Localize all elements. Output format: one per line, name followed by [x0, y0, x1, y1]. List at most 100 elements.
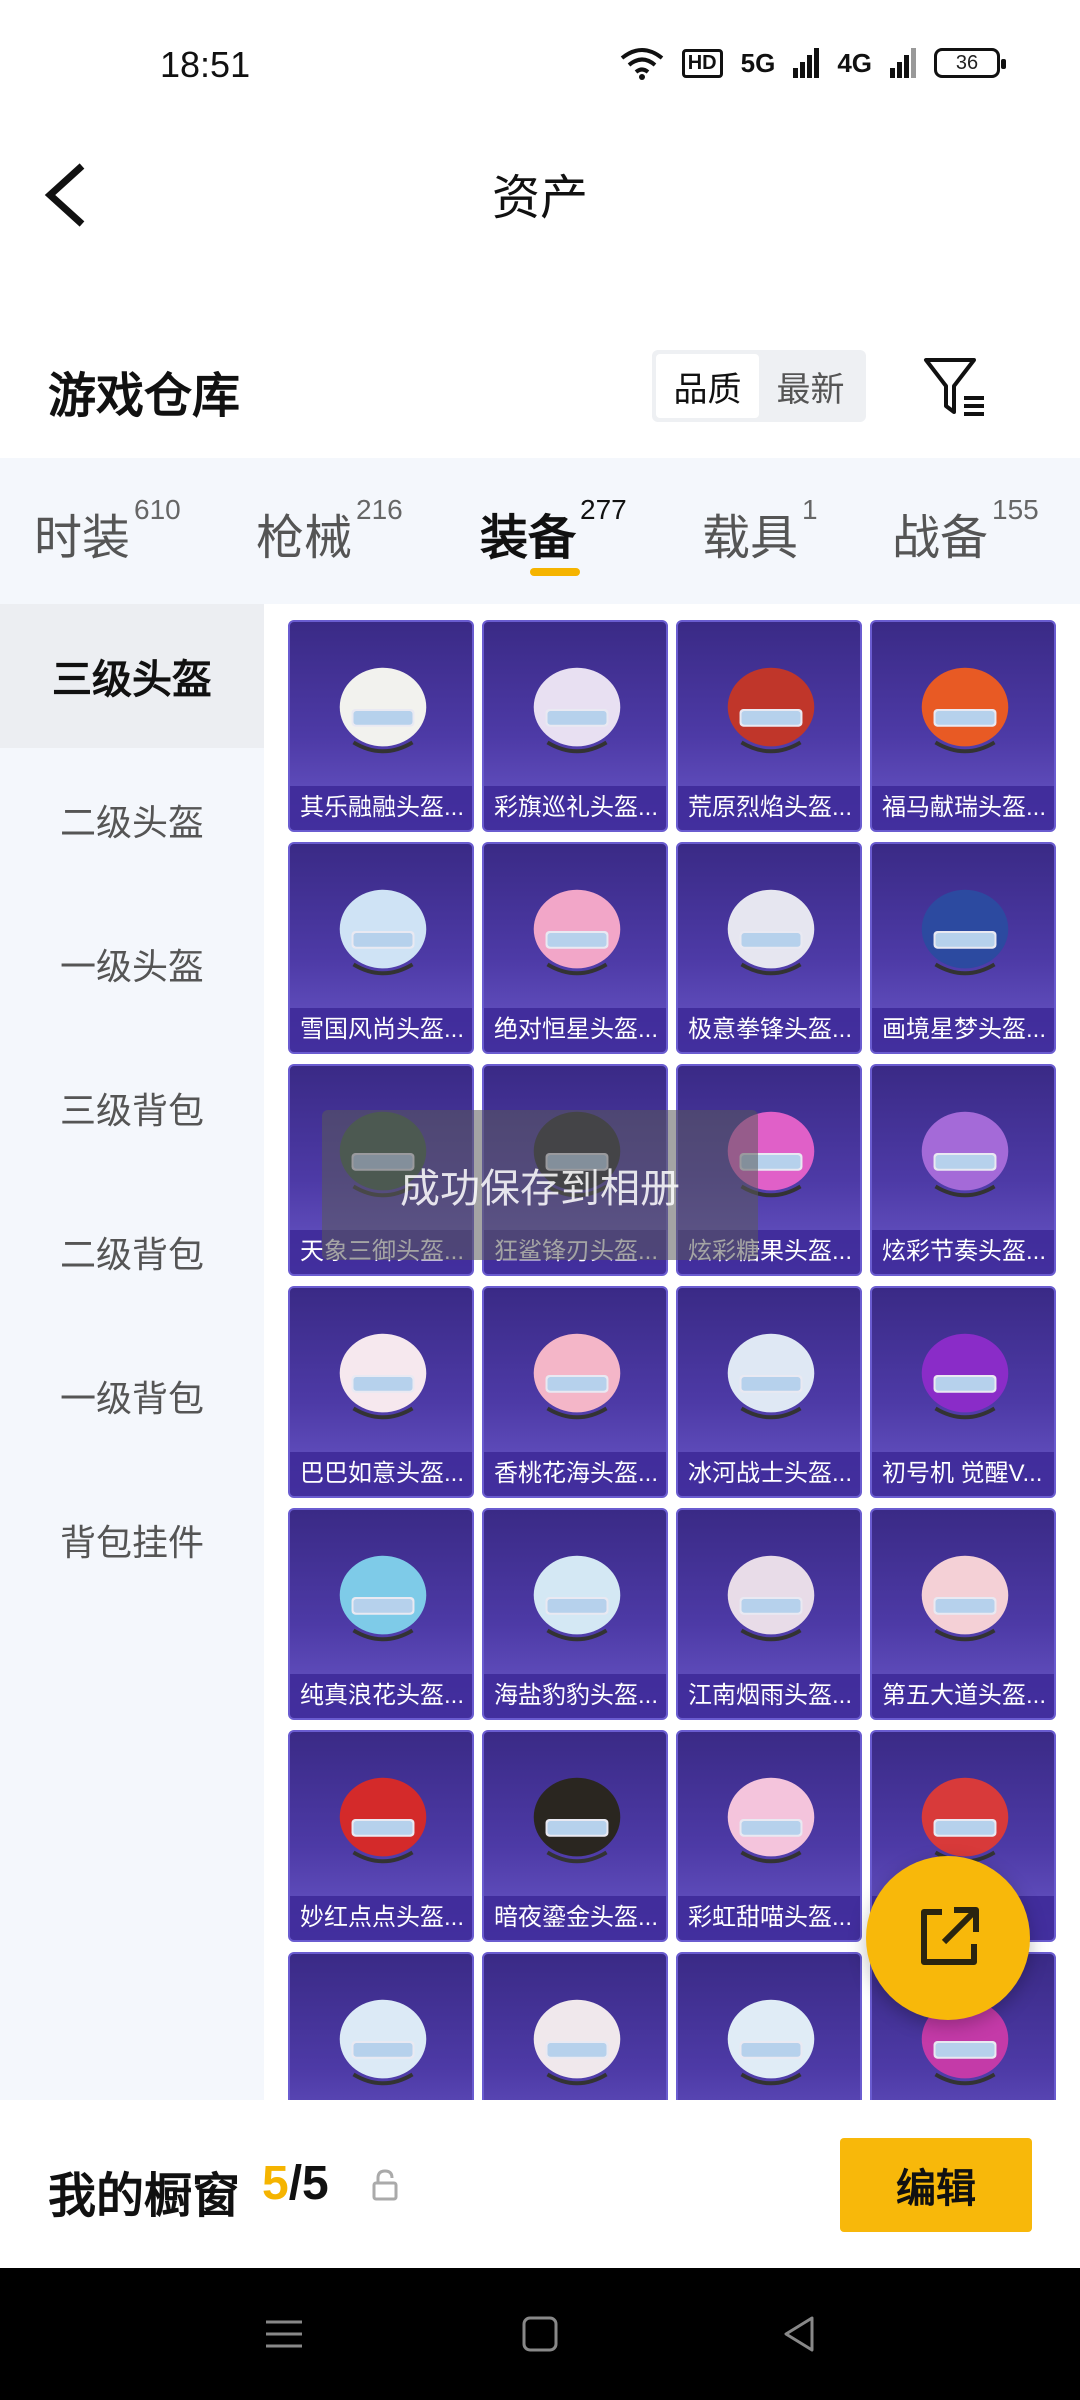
item-card[interactable]: 荒原烈焰头盔... [676, 620, 862, 832]
item-card[interactable]: 暗夜鎏金头盔... [482, 1730, 668, 1942]
helmet-icon [533, 889, 621, 976]
item-card[interactable]: 初号机 觉醒V... [870, 1286, 1056, 1498]
item-card[interactable]: 绝对恒星头盔... [482, 842, 668, 1054]
item-card[interactable]: 第五大道头盔... [870, 1508, 1056, 1720]
item-card[interactable]: 妙红点点头盔... [288, 1730, 474, 1942]
item-card[interactable] [676, 1952, 862, 2100]
sort-newest[interactable]: 最新 [759, 354, 862, 418]
status-bar: 18:51 HD 5G 4G 36 [0, 0, 1080, 130]
helmet-shell [727, 889, 815, 969]
tab-count: 277 [580, 494, 627, 525]
item-card[interactable] [482, 1952, 668, 2100]
helmet-icon [533, 667, 621, 754]
tab-equipment[interactable]: 装备277 [480, 494, 627, 568]
helmet-icon [339, 1999, 427, 2086]
showcase-count: 5/5 [262, 2156, 329, 2211]
helmet-shell [339, 889, 427, 969]
edit-button[interactable]: 编辑 [840, 2138, 1032, 2232]
lock-icon [372, 2169, 398, 2201]
wifi-icon [620, 48, 663, 80]
signal-bars-icon-2 [890, 48, 916, 78]
sidebar-item-backpack-charm[interactable]: 背包挂件 [0, 1468, 264, 1612]
status-time: 18:51 [160, 44, 251, 85]
item-name: 极意拳锋头盔... [678, 1008, 860, 1052]
helmet-icon [727, 1777, 815, 1864]
sidebar-item-level3-backpack[interactable]: 三级背包 [0, 1036, 264, 1180]
back-icon[interactable] [778, 2312, 822, 2356]
toast-message: 成功保存到相册 [322, 1110, 758, 1260]
helmet-icon [921, 1111, 1009, 1198]
helmet-shell [533, 1333, 621, 1413]
showcase-title: 我的橱窗 [48, 2170, 241, 2223]
item-card[interactable]: 画境星梦头盔... [870, 842, 1056, 1054]
helmet-shell [339, 1777, 427, 1857]
item-card[interactable]: 纯真浪花头盔... [288, 1508, 474, 1720]
item-name: 其乐融融头盔... [290, 786, 472, 830]
item-card[interactable]: 极意拳锋头盔... [676, 842, 862, 1054]
item-card[interactable]: 福马献瑞头盔... [870, 620, 1056, 832]
menu-icon[interactable] [262, 2312, 306, 2356]
helmet-icon [727, 667, 815, 754]
item-name: 暗夜鎏金头盔... [484, 1896, 666, 1940]
helmet-shell [339, 1333, 427, 1413]
sidebar: 三级头盔 二级头盔 一级头盔 三级背包 二级背包 一级背包 背包挂件 [0, 604, 264, 2100]
helmet-icon [727, 1555, 815, 1642]
helmet-icon [339, 1777, 427, 1864]
item-name: 江南烟雨头盔... [678, 1674, 860, 1718]
sort-quality[interactable]: 品质 [656, 354, 759, 418]
item-card[interactable]: 雪国风尚头盔... [288, 842, 474, 1054]
helmet-shell [921, 1555, 1009, 1635]
helmet-icon [533, 1333, 621, 1420]
helmet-shell [533, 1555, 621, 1635]
item-name: 妙红点点头盔... [290, 1896, 472, 1940]
tab-vehicles[interactable]: 载具1 [702, 494, 818, 568]
sidebar-item-level1-helmet[interactable]: 一级头盔 [0, 892, 264, 1036]
tab-count: 1 [802, 494, 818, 525]
item-card[interactable]: 炫彩节奏头盔... [870, 1064, 1056, 1276]
helmet-icon [339, 1555, 427, 1642]
tab-guns[interactable]: 枪械216 [256, 494, 403, 568]
sidebar-item-level2-backpack[interactable]: 二级背包 [0, 1180, 264, 1324]
item-name: 海盐豹豹头盔... [484, 1674, 666, 1718]
item-card[interactable]: 其乐融融头盔... [288, 620, 474, 832]
tab-indicator [530, 568, 580, 576]
item-card[interactable] [288, 1952, 474, 2100]
item-card[interactable]: 彩旗巡礼头盔... [482, 620, 668, 832]
helmet-icon [727, 1999, 815, 2086]
share-icon [921, 1907, 979, 1965]
tab-fashion[interactable]: 时装610 [34, 494, 181, 568]
hd-icon: HD [681, 48, 723, 78]
item-name: 彩虹甜喵头盔... [678, 1896, 860, 1940]
helmet-icon [533, 1999, 621, 2086]
signal-bars-icon [793, 48, 820, 78]
signal-5g-icon: 5G [740, 47, 776, 78]
showcase-bar: 我的橱窗 5/5 编辑 [0, 2100, 1080, 2268]
home-icon[interactable] [518, 2312, 562, 2356]
tab-count: 155 [992, 494, 1039, 525]
item-card[interactable]: 江南烟雨头盔... [676, 1508, 862, 1720]
helmet-icon [727, 1333, 815, 1420]
helmet-icon [921, 1333, 1009, 1420]
item-card[interactable]: 冰河战士头盔... [676, 1286, 862, 1498]
tab-label: 战备 [892, 512, 989, 565]
helmet-shell [339, 667, 427, 747]
warehouse-title: 游戏仓库 [48, 370, 241, 423]
item-card[interactable]: 海盐豹豹头盔... [482, 1508, 668, 1720]
helmet-shell [921, 1111, 1009, 1191]
tab-count: 216 [356, 494, 403, 525]
item-card[interactable]: 香桃花海头盔... [482, 1286, 668, 1498]
item-card[interactable]: 彩虹甜喵头盔... [676, 1730, 862, 1942]
helmet-icon [339, 667, 427, 754]
sidebar-item-level3-helmet[interactable]: 三级头盔 [0, 604, 264, 748]
share-button[interactable] [866, 1856, 1030, 2020]
sidebar-item-level1-backpack[interactable]: 一级背包 [0, 1324, 264, 1468]
filter-icon[interactable] [920, 352, 990, 422]
helmet-icon [339, 889, 427, 976]
item-name: 香桃花海头盔... [484, 1452, 666, 1496]
sidebar-item-level2-helmet[interactable]: 二级头盔 [0, 748, 264, 892]
sort-toggle: 品质 最新 [652, 350, 866, 422]
tab-label: 时装 [34, 512, 131, 565]
helmet-shell [727, 1999, 815, 2079]
tab-supplies[interactable]: 战备155 [892, 494, 1039, 568]
item-card[interactable]: 巴巴如意头盔... [288, 1286, 474, 1498]
